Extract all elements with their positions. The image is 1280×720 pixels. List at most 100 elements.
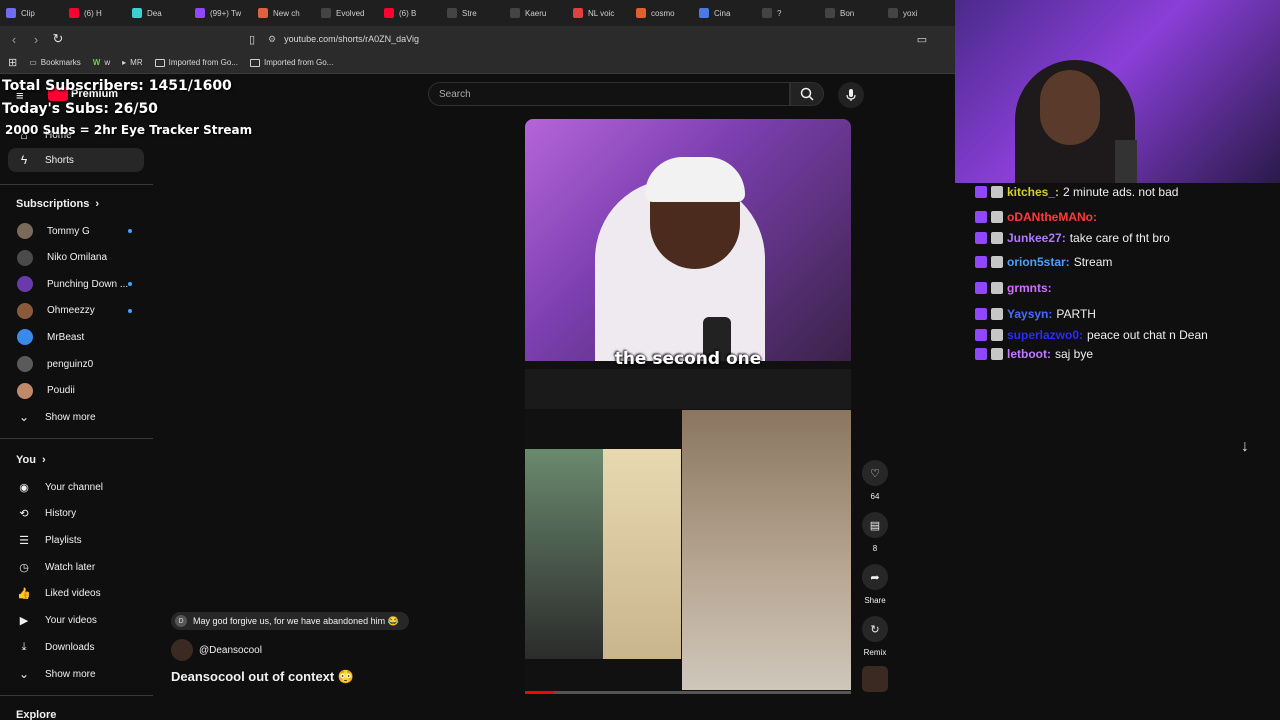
- comment-icon[interactable]: ▤: [862, 512, 888, 538]
- like-action[interactable]: ♡ 64: [862, 460, 888, 501]
- search-button[interactable]: [790, 82, 824, 106]
- show-more-subscriptions[interactable]: ⌄ Show more: [8, 405, 144, 429]
- chat-badge-icon: [975, 211, 987, 223]
- channel-info[interactable]: @Deansocool: [171, 639, 262, 661]
- sidebar-subscription[interactable]: Punching Down ...: [8, 272, 144, 296]
- tab-label: yoxi: [903, 8, 918, 18]
- chat-text: take care of tht bro: [1069, 231, 1170, 245]
- sidebar-subscription[interactable]: Poudii: [8, 379, 144, 403]
- sound-avatar[interactable]: [862, 666, 888, 692]
- browser-tab[interactable]: ?: [756, 0, 819, 26]
- chat-username[interactable]: kitches_:: [1007, 185, 1059, 199]
- short-video-player[interactable]: the second one: [525, 119, 851, 694]
- chat-username[interactable]: orion5star:: [1007, 255, 1070, 269]
- browser-tab[interactable]: Evolved: [315, 0, 378, 26]
- browser-tab[interactable]: (6) H: [63, 0, 126, 26]
- tab-label: NL voic: [588, 8, 615, 18]
- browser-tab[interactable]: New ch: [252, 0, 315, 26]
- browser-tab[interactable]: Kaeru: [504, 0, 567, 26]
- sidebar-item-history[interactable]: ⟲ History: [8, 502, 144, 526]
- bookmark-item[interactable]: ▭ Bookmarks: [29, 58, 81, 67]
- scroll-down-arrow-icon[interactable]: ↓: [1234, 436, 1256, 458]
- sidebar-item-your-channel[interactable]: ◉ Your channel: [8, 475, 144, 499]
- reload-icon[interactable]: ↻: [48, 29, 68, 49]
- chat-text: PARTH: [1056, 307, 1096, 321]
- sidebar-subscription[interactable]: penguinz0: [8, 352, 144, 376]
- address-bar[interactable]: ⚙ youtube.com/shorts/rA0ZN_daVig: [268, 30, 908, 48]
- remix-icon[interactable]: ↻: [862, 616, 888, 642]
- subscription-name: MrBeast: [47, 331, 85, 343]
- browser-tab[interactable]: yoxi: [882, 0, 945, 26]
- browser-tab[interactable]: Clip: [0, 0, 63, 26]
- video-progress-bar[interactable]: [525, 691, 851, 694]
- bookmark-folder[interactable]: Imported from Go...: [249, 58, 333, 67]
- explore-heading[interactable]: Explore: [16, 709, 56, 720]
- sidebar-subscription[interactable]: MrBeast: [8, 325, 144, 349]
- bookmark-item[interactable]: Ww: [93, 58, 110, 67]
- bookmark-icon[interactable]: ▯: [242, 29, 262, 49]
- sidebar-subscription[interactable]: Tommy G: [8, 219, 144, 243]
- apps-grid-icon[interactable]: ⊞: [8, 56, 17, 69]
- sidebar-subscription[interactable]: Ohmeezzy: [8, 299, 144, 323]
- webcam-microphone: [1115, 140, 1137, 183]
- video-screen-strip: [525, 369, 851, 409]
- search-input[interactable]: Search: [428, 82, 790, 106]
- chat-username[interactable]: grmnts:: [1007, 281, 1052, 295]
- bookmark-folder[interactable]: Imported from Go...: [154, 58, 238, 67]
- you-heading[interactable]: You ›: [16, 454, 46, 466]
- voice-search-button[interactable]: [838, 82, 864, 108]
- tab-favicon-icon: [321, 8, 331, 18]
- new-content-dot: [128, 308, 132, 313]
- browser-tab[interactable]: (99+) Tw: [189, 0, 252, 26]
- chat-message: grmnts:: [975, 281, 1056, 295]
- sidebar-item-shorts[interactable]: ϟ Shorts: [8, 148, 144, 172]
- sidebar-item-label: Downloads: [45, 641, 95, 653]
- forward-icon[interactable]: ›: [26, 29, 46, 49]
- sidebar-item-downloads[interactable]: ⤓ Downloads: [8, 635, 144, 659]
- browser-tab[interactable]: cosmo: [630, 0, 693, 26]
- sidebar-subscription[interactable]: Niko Omilana: [8, 246, 144, 270]
- sidebar-item-watch-later[interactable]: ◷ Watch later: [8, 555, 144, 579]
- cast-icon[interactable]: ▭: [912, 29, 932, 49]
- site-info-icon[interactable]: ⚙: [268, 34, 276, 45]
- playlists-icon: ☰: [19, 534, 29, 547]
- browser-tab[interactable]: (6) B: [378, 0, 441, 26]
- browser-tab[interactable]: Cina: [693, 0, 756, 26]
- like-icon[interactable]: ♡: [862, 460, 888, 486]
- share-icon[interactable]: ➦: [862, 564, 888, 590]
- channel-name[interactable]: @Deansocool: [199, 645, 262, 656]
- sidebar-item-label: Liked videos: [45, 588, 101, 600]
- comment-avatar: D: [175, 615, 187, 627]
- remix-action[interactable]: ↻ Remix: [862, 616, 888, 657]
- browser-tab[interactable]: NL voic: [567, 0, 630, 26]
- subscriptions-heading[interactable]: Subscriptions ›: [16, 198, 99, 210]
- chat-username[interactable]: letboot:: [1007, 347, 1051, 361]
- chat-username[interactable]: superlazwo0:: [1007, 328, 1083, 342]
- chat-username[interactable]: oDANtheMANo:: [1007, 210, 1097, 224]
- history-icon: ⟲: [19, 508, 29, 521]
- sidebar-item-your-videos[interactable]: ▶ Your videos: [8, 609, 144, 633]
- bookmarks-bar: ⊞ ▭ Bookmarks Ww ▸ MR Imported from Go... …: [0, 52, 955, 74]
- share-action[interactable]: ➦ Share: [862, 564, 888, 605]
- chat-username[interactable]: Yaysyn:: [1007, 307, 1052, 321]
- channel-avatar: [17, 249, 33, 266]
- tab-label: Bon: [840, 8, 855, 18]
- video-image-right: [682, 410, 851, 690]
- sidebar-item-label: Watch later: [45, 561, 96, 573]
- chat-username[interactable]: Junkee27:: [1007, 231, 1066, 245]
- show-more-you[interactable]: ⌄ Show more: [8, 662, 144, 686]
- comment-action[interactable]: ▤ 8: [862, 512, 888, 553]
- chat-text: 2 minute ads. not bad: [1063, 185, 1179, 199]
- chat-text: saj bye: [1055, 347, 1094, 361]
- bookmark-item[interactable]: ▸ MR: [122, 58, 142, 67]
- sidebar-item-playlists[interactable]: ☰ Playlists: [8, 528, 144, 552]
- back-icon[interactable]: ‹: [4, 29, 24, 49]
- browser-tab[interactable]: Dea: [126, 0, 189, 26]
- pinned-comment[interactable]: D May god forgive us, for we have abando…: [171, 612, 409, 630]
- browser-tab[interactable]: Bon: [819, 0, 882, 26]
- sidebar-item-liked-videos[interactable]: 👍 Liked videos: [8, 582, 144, 606]
- sidebar-item-label: Your channel: [45, 481, 104, 493]
- browser-tab[interactable]: Stre: [441, 0, 504, 26]
- chat-badge-icon: [991, 256, 1003, 268]
- channel-avatar[interactable]: [171, 639, 193, 661]
